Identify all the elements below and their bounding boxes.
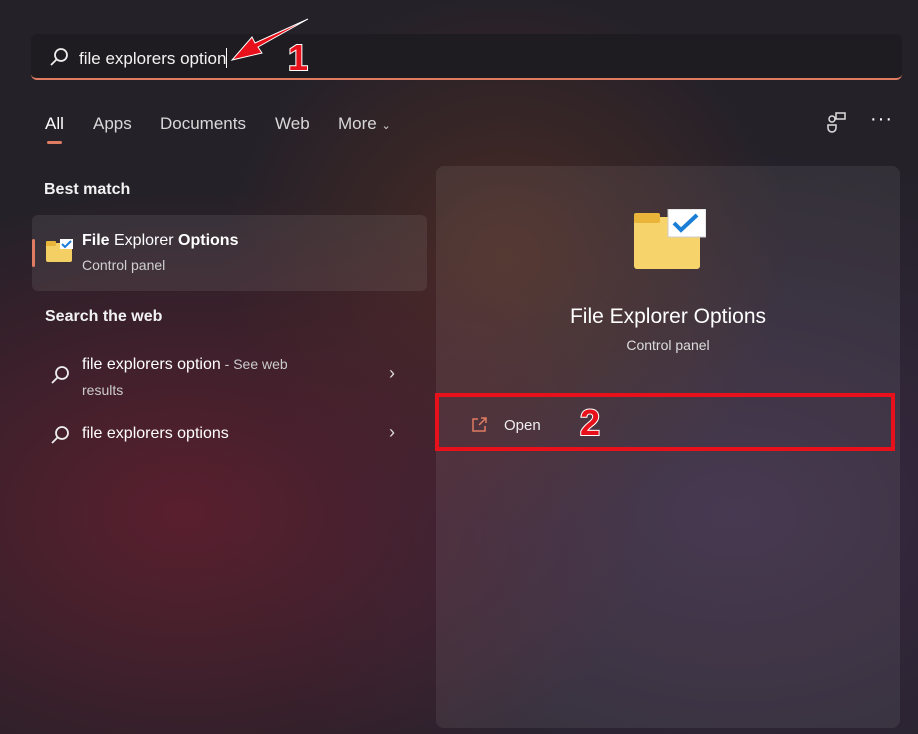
- account-switch-icon[interactable]: [826, 111, 848, 133]
- tab-more[interactable]: More ⌄: [338, 114, 391, 134]
- search-box[interactable]: file explorers option: [31, 34, 902, 80]
- tab-all[interactable]: All: [45, 114, 64, 134]
- search-icon: [50, 48, 68, 66]
- web-result-suffix: - See web: [220, 356, 288, 372]
- web-result-label: file explorers option: [82, 356, 221, 373]
- annotation-step-1: 1: [287, 36, 309, 79]
- tab-apps[interactable]: Apps: [93, 114, 132, 134]
- search-input[interactable]: file explorers option: [79, 49, 226, 68]
- web-result-label: file explorers options: [82, 425, 229, 442]
- folder-options-icon: [46, 239, 73, 262]
- tab-web[interactable]: Web: [275, 114, 310, 134]
- web-result-item[interactable]: file explorers options ›: [32, 418, 417, 452]
- best-match-heading: Best match: [44, 181, 131, 198]
- web-result-suffix-2: results: [82, 382, 124, 398]
- search-icon: [51, 426, 69, 444]
- web-result-item[interactable]: file explorers option - See web results …: [32, 350, 417, 405]
- tab-more-label: More: [338, 114, 377, 133]
- chevron-right-icon[interactable]: ›: [389, 363, 395, 384]
- best-match-item[interactable]: File Explorer Options Control panel: [32, 215, 427, 291]
- active-tab-indicator: [47, 141, 62, 144]
- title-bold-1: File: [82, 232, 110, 249]
- search-icon: [51, 366, 69, 384]
- title-bold-2: Options: [178, 232, 239, 249]
- tab-documents[interactable]: Documents: [160, 114, 246, 134]
- preview-subtitle: Control panel: [626, 337, 710, 353]
- folder-options-large-icon: [634, 209, 706, 269]
- preview-title: File Explorer Options: [569, 305, 767, 328]
- best-match-subtitle: Control panel: [82, 257, 166, 273]
- title-normal: Explorer: [109, 232, 179, 249]
- selection-indicator: [32, 239, 35, 267]
- search-web-heading: Search the web: [45, 308, 163, 325]
- chevron-right-icon[interactable]: ›: [389, 422, 395, 443]
- annotation-highlight-box: [435, 393, 895, 451]
- more-options-icon[interactable]: ···: [870, 108, 893, 131]
- chevron-down-icon: ⌄: [381, 120, 391, 132]
- annotation-step-2: 2: [579, 401, 601, 444]
